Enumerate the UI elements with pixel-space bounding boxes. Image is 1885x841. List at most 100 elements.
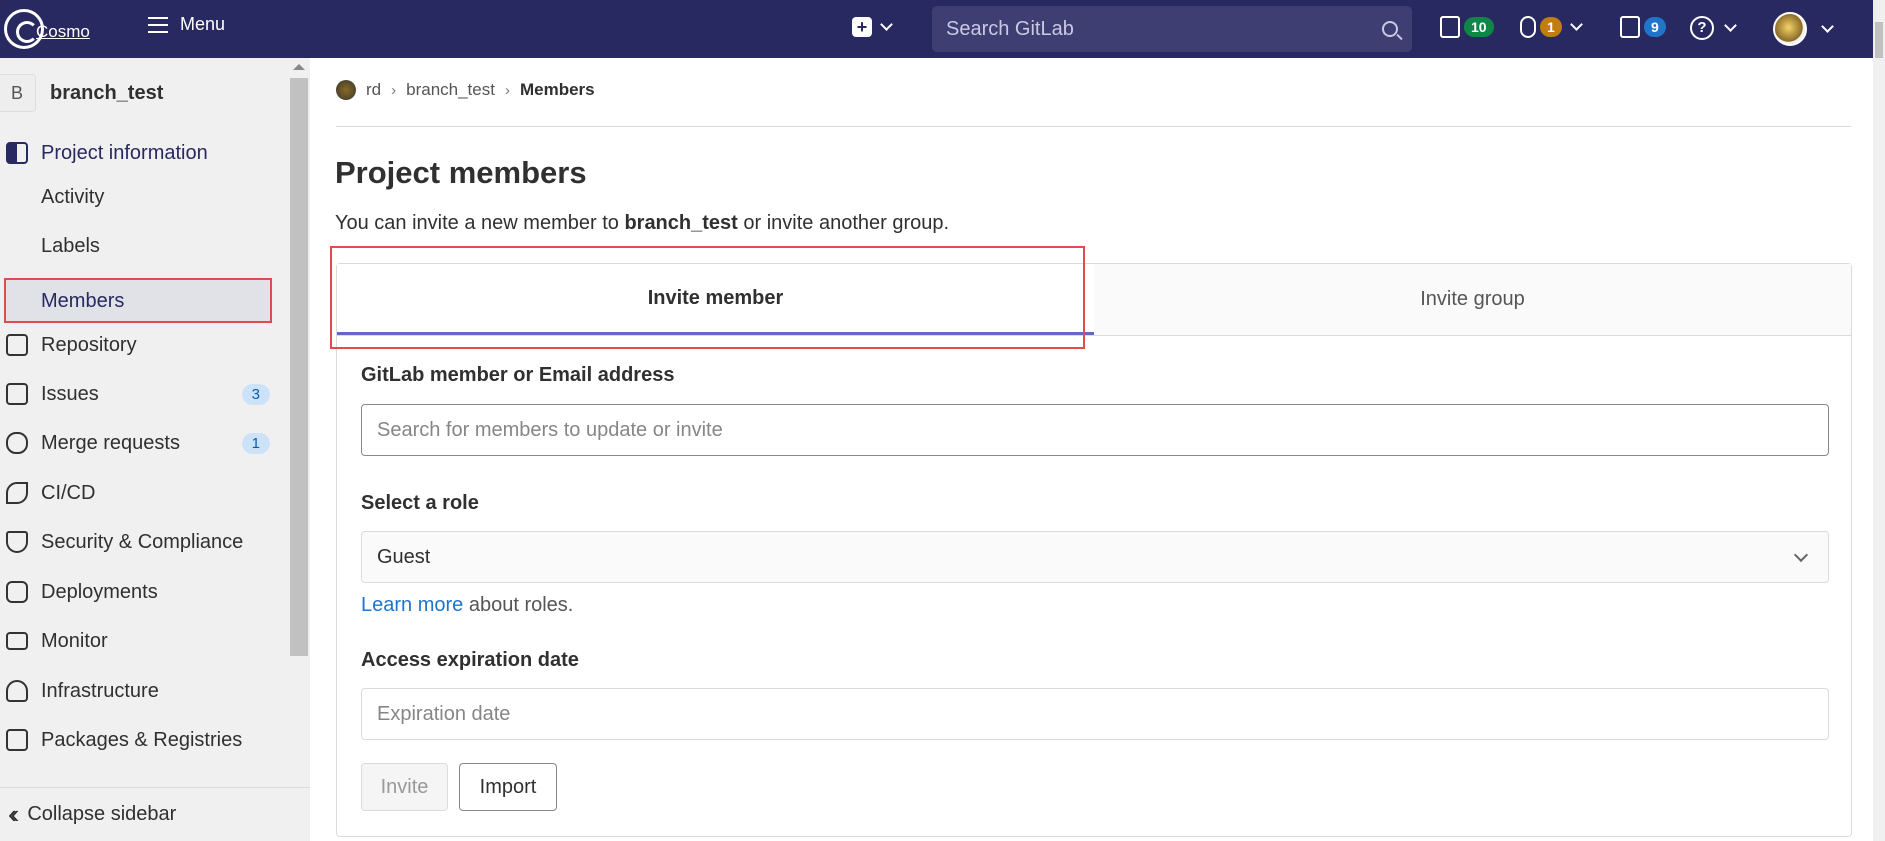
- invite-tabs: Invite member Invite group: [337, 264, 1851, 336]
- invite-panel: Invite member Invite group GitLab member…: [336, 263, 1852, 837]
- breadcrumb-user[interactable]: rd: [366, 80, 381, 100]
- sidebar-item-label: Monitor: [41, 629, 108, 652]
- issues-icon: [1440, 16, 1460, 38]
- sidebar-item-label: Labels: [41, 234, 100, 257]
- new-dropdown-button[interactable]: +: [852, 17, 893, 37]
- desc-prefix: You can invite a new member to: [335, 212, 625, 234]
- menu-label: Menu: [180, 14, 226, 34]
- member-search-input[interactable]: [361, 404, 1829, 456]
- search-bar[interactable]: [932, 6, 1412, 52]
- desc-project: branch_test: [624, 212, 738, 234]
- issues-icon: [6, 383, 28, 405]
- project-info-icon: [6, 142, 28, 164]
- expiration-date-input[interactable]: [361, 688, 1829, 740]
- role-field-label: Select a role: [361, 492, 479, 514]
- chevron-down-icon: [1793, 547, 1809, 563]
- page-description: You can invite a new member to branch_te…: [335, 212, 949, 235]
- sidebar-item-label: CI/CD: [41, 481, 96, 504]
- chevron-right-icon: ›: [391, 81, 397, 99]
- hamburger-icon: [148, 16, 168, 33]
- chevron-down-icon: [880, 18, 893, 31]
- role-select-value: Guest: [377, 545, 431, 568]
- sidebar-item-deployments[interactable]: Deployments: [0, 570, 290, 614]
- page-scrollbar-thumb[interactable]: [1875, 22, 1883, 58]
- sidebar-item-merge-requests[interactable]: Merge requests 1: [0, 421, 290, 465]
- sidebar-item-label: Project information: [41, 141, 208, 164]
- page-scrollbar-track[interactable]: [1873, 0, 1885, 841]
- merge-requests-count-badge: 1: [241, 432, 270, 454]
- cosmo-logo[interactable]: Cosmo: [4, 8, 114, 50]
- collapse-sidebar-button[interactable]: ‹‹ Collapse sidebar: [0, 787, 310, 841]
- sidebar-item-label: Activity: [41, 185, 105, 208]
- issues-count-badge: 10: [1464, 17, 1494, 37]
- member-field-label: GitLab member or Email address: [361, 364, 675, 386]
- sidebar-item-activity[interactable]: Activity: [0, 175, 290, 219]
- search-icon: [1382, 21, 1398, 37]
- invite-button[interactable]: Invite: [361, 763, 448, 811]
- tab-invite-group[interactable]: Invite group: [1094, 264, 1851, 335]
- user-menu-button[interactable]: [1773, 12, 1834, 46]
- mr-count-badge: 1: [1540, 17, 1562, 37]
- breadcrumb-current[interactable]: Members: [520, 80, 595, 100]
- help-icon: ?: [1690, 16, 1714, 40]
- sidebar-item-monitor[interactable]: Monitor: [0, 619, 290, 663]
- rocket-icon: [6, 482, 28, 504]
- issues-count-badge: 3: [241, 383, 270, 405]
- collapse-sidebar-label: Collapse sidebar: [27, 803, 177, 825]
- sidebar-item-labels[interactable]: Labels: [0, 224, 290, 268]
- role-select[interactable]: Guest: [361, 531, 1829, 583]
- sidebar-item-repository[interactable]: Repository: [0, 323, 290, 367]
- sidebar-item-label: Members: [41, 289, 125, 312]
- sidebar-item-infrastructure[interactable]: Infrastructure: [0, 669, 290, 713]
- sidebar-item-members[interactable]: Members: [4, 279, 272, 323]
- sidebar-item-issues[interactable]: Issues 3: [0, 372, 290, 416]
- chevron-right-icon: ›: [504, 81, 510, 99]
- issues-nav-button[interactable]: 10: [1440, 16, 1494, 38]
- todos-nav-button[interactable]: 9: [1620, 16, 1666, 38]
- sidebar-scrollbar-thumb[interactable]: [290, 78, 308, 656]
- sidebar-item-project-information[interactable]: Project information: [0, 131, 290, 175]
- project-name: branch_test: [50, 81, 164, 104]
- sidebar-project-header[interactable]: B branch_test: [0, 68, 290, 118]
- todo-check-icon: [1620, 16, 1640, 38]
- logo-icon: [4, 9, 44, 49]
- plus-square-icon: +: [852, 17, 872, 37]
- chevron-down-icon: [1569, 18, 1583, 31]
- deployments-icon: [6, 581, 28, 603]
- import-button[interactable]: Import: [459, 763, 557, 811]
- sidebar-item-label: Deployments: [41, 580, 158, 603]
- expiration-field-label: Access expiration date: [361, 649, 579, 671]
- user-avatar: [1773, 12, 1807, 46]
- roles-help-text: Learn more about roles.: [361, 594, 573, 617]
- user-avatar-small: [336, 80, 356, 100]
- desc-suffix: or invite another group.: [737, 212, 950, 234]
- chevron-down-icon: [1821, 20, 1834, 33]
- sidebar-item-label: Security & Compliance: [41, 530, 244, 553]
- merge-request-icon: [1520, 16, 1536, 38]
- todo-count-badge: 9: [1644, 17, 1666, 37]
- package-icon: [6, 729, 28, 751]
- menu-button[interactable]: Menu: [148, 14, 225, 35]
- breadcrumb-divider: [336, 126, 1851, 127]
- sidebar-item-security[interactable]: Security & Compliance: [0, 520, 290, 564]
- sidebar-item-label: Infrastructure: [41, 679, 159, 702]
- breadcrumb-project[interactable]: branch_test: [406, 80, 495, 100]
- tab-invite-member[interactable]: Invite member: [337, 264, 1094, 335]
- repository-icon: [6, 334, 28, 356]
- scroll-up-arrow-icon[interactable]: [293, 64, 305, 70]
- merge-requests-nav-button[interactable]: 1: [1520, 16, 1583, 38]
- project-avatar: B: [0, 74, 36, 112]
- help-button[interactable]: ?: [1690, 16, 1737, 40]
- sidebar-item-label: Issues: [41, 382, 99, 405]
- sidebar-item-packages[interactable]: Packages & Registries: [0, 718, 290, 762]
- learn-more-link[interactable]: Learn more: [361, 594, 463, 616]
- sidebar-item-cicd[interactable]: CI/CD: [0, 471, 290, 515]
- breadcrumb: rd › branch_test › Members: [336, 80, 595, 100]
- sidebar-item-label: Merge requests: [41, 431, 180, 454]
- merge-request-icon: [6, 432, 28, 454]
- search-input[interactable]: [946, 17, 1382, 41]
- page-title: Project members: [335, 155, 587, 190]
- chevron-down-icon: [1724, 19, 1737, 32]
- sidebar-item-label: Repository: [41, 333, 137, 356]
- cloud-icon: [6, 680, 28, 702]
